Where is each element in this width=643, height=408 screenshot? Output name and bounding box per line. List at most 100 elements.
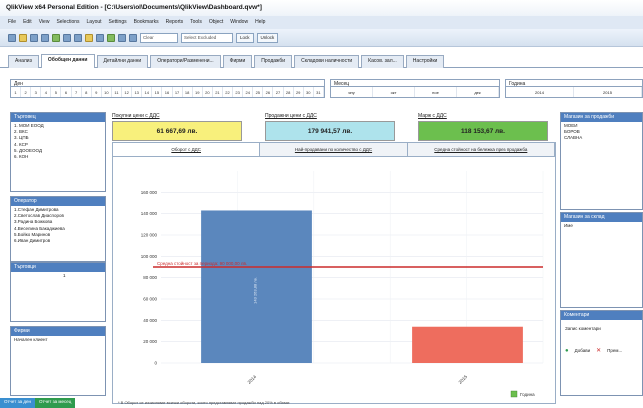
sheet-tab[interactable]: Анализ xyxy=(8,55,39,68)
reload-icon[interactable] xyxy=(52,33,60,42)
day-option[interactable]: 27 xyxy=(273,87,284,97)
print-icon[interactable] xyxy=(41,33,49,42)
sheet-tab[interactable]: Оператори/Разменени... xyxy=(150,55,221,68)
day-option[interactable]: 14 xyxy=(142,87,153,97)
new-icon[interactable] xyxy=(8,33,16,42)
menu-item[interactable]: Bookmarks xyxy=(134,19,159,26)
month-option[interactable]: окт xyxy=(373,87,415,97)
search-icon[interactable] xyxy=(118,33,126,42)
kpi-sales-label: Продажни цени с ДДС xyxy=(265,113,317,119)
month-option[interactable]: дек xyxy=(457,87,499,97)
month-option[interactable]: ное xyxy=(415,87,457,97)
day-option[interactable]: 20 xyxy=(203,87,213,97)
day-option[interactable]: 30 xyxy=(304,87,314,97)
traders-listbox[interactable]: Търговци 1 xyxy=(10,262,106,322)
lock-selection-icon[interactable] xyxy=(107,33,115,42)
menu-item[interactable]: Layout xyxy=(87,19,102,26)
day-option[interactable]: 4 xyxy=(41,87,52,97)
forward-icon[interactable] xyxy=(96,33,104,42)
list-item[interactable]: Начален клиент xyxy=(14,337,102,343)
menu-bar: File Edit View Selections Layout Settings Book… xyxy=(0,16,643,29)
list-item[interactable]: 6. КОН xyxy=(14,154,102,160)
clear-combo[interactable]: Clear xyxy=(140,32,178,43)
day-option[interactable]: 6 xyxy=(61,87,72,97)
day-option[interactable]: 12 xyxy=(122,87,133,97)
menu-item[interactable]: Reports xyxy=(166,19,184,26)
day-option[interactable]: 18 xyxy=(183,87,193,97)
y-tick-label: 60 000 xyxy=(143,297,157,302)
sheet-tab[interactable]: Обобщен данни xyxy=(40,54,95,68)
list-item[interactable]: 6.Иван Димитров xyxy=(14,238,102,244)
back-icon[interactable] xyxy=(85,33,93,42)
open-icon[interactable] xyxy=(19,33,27,42)
menu-item[interactable]: Edit xyxy=(23,19,32,26)
menu-item[interactable]: View xyxy=(39,19,50,26)
day-option[interactable]: 5 xyxy=(51,87,62,97)
store-stock-listbox[interactable]: Магазин за склад Име xyxy=(560,212,643,308)
y-tick-label: 20 000 xyxy=(143,339,157,344)
day-option[interactable]: 8 xyxy=(82,87,92,97)
stores-listbox[interactable]: Търговец 1. МОИ ЕООД 2. ВКС 3. ЦПБ 4. КСР 5.… xyxy=(10,112,106,192)
day-option[interactable]: 13 xyxy=(132,87,143,97)
day-option[interactable]: 10 xyxy=(102,87,112,97)
lock-button[interactable]: Lock xyxy=(236,32,254,43)
sheet-tab[interactable]: Складови наличности xyxy=(294,55,360,68)
sheet-tab[interactable]: Фирми xyxy=(222,55,253,68)
save-icon[interactable] xyxy=(30,33,38,42)
day-option[interactable]: 28 xyxy=(284,87,294,97)
day-option[interactable]: 22 xyxy=(223,87,234,97)
day-option[interactable]: 17 xyxy=(173,87,183,97)
day-option[interactable]: 19 xyxy=(193,87,203,97)
menu-item[interactable]: Selections xyxy=(56,19,79,26)
monthly-report-button[interactable]: Отчет за месец xyxy=(35,398,76,408)
chart-tab-top-sold[interactable]: Най-продавани по количество с ДДС xyxy=(260,143,408,156)
day-option[interactable]: 26 xyxy=(263,87,274,97)
menu-item[interactable]: Window xyxy=(230,19,248,26)
properties-icon[interactable] xyxy=(129,33,137,42)
day-option[interactable]: 15 xyxy=(152,87,163,97)
day-option[interactable]: 7 xyxy=(72,87,82,97)
chart-tab-turnover[interactable]: Оборот с ДДС xyxy=(113,143,261,156)
day-option[interactable]: 2 xyxy=(21,87,32,97)
day-option[interactable]: 9 xyxy=(92,87,102,97)
year-option[interactable]: 2014 xyxy=(506,87,574,97)
month-option[interactable]: яну xyxy=(331,87,373,97)
x-tick-label: 2014 xyxy=(247,374,258,385)
undo-icon[interactable] xyxy=(63,33,71,42)
unlock-button[interactable]: Unlock xyxy=(256,32,279,43)
redo-icon[interactable] xyxy=(74,33,82,42)
remove-comment-button[interactable]: Прем... xyxy=(607,348,622,353)
stores-title: Търговец xyxy=(11,113,105,122)
day-option[interactable]: 1 xyxy=(11,87,22,97)
sheet-tab[interactable]: Детайлни данни xyxy=(96,55,149,68)
year-option[interactable]: 2015 xyxy=(574,87,642,97)
selection-combo[interactable]: Select Excluded xyxy=(181,32,233,43)
sheet-tab[interactable]: Настройки xyxy=(405,55,445,68)
store-sales-listbox[interactable]: Магазин за продажби МОЕИ БОРОВ СЛАВНА xyxy=(560,112,643,210)
day-option[interactable]: 11 xyxy=(112,87,123,97)
menu-item[interactable]: Help xyxy=(255,19,265,26)
day-option[interactable]: 21 xyxy=(213,87,223,97)
firms-listbox[interactable]: Фирми Начален клиент xyxy=(10,326,106,396)
sheet-tab[interactable]: Касов. зал... xyxy=(361,55,404,68)
menu-item[interactable]: Settings xyxy=(109,19,127,26)
day-option[interactable]: 24 xyxy=(243,87,254,97)
list-item[interactable]: 1 xyxy=(63,273,102,279)
list-item[interactable]: Име xyxy=(564,223,639,229)
menu-item[interactable]: Tools xyxy=(190,19,202,26)
operators-listbox[interactable]: Оператор 1.Стефан Димитрова 2.Светослав Д… xyxy=(10,196,106,262)
day-option[interactable]: 3 xyxy=(31,87,42,97)
day-option[interactable]: 31 xyxy=(314,87,324,97)
day-option[interactable]: 16 xyxy=(162,87,173,97)
menu-item[interactable]: File xyxy=(8,19,16,26)
kpi-margin-value: 118 153,67 лв. xyxy=(418,121,548,141)
day-option[interactable]: 29 xyxy=(294,87,304,97)
add-comment-button[interactable]: Добави xyxy=(575,348,590,353)
menu-item[interactable]: Object xyxy=(209,19,223,26)
daily-report-button[interactable]: Отчет за ден xyxy=(0,398,35,408)
chart-tab-avg-receipt[interactable]: Средна стойност на бележка през продажба xyxy=(407,143,555,156)
day-option[interactable]: 25 xyxy=(253,87,264,97)
list-item[interactable]: СЛАВНА xyxy=(564,135,639,141)
day-option[interactable]: 23 xyxy=(233,87,244,97)
sheet-tab[interactable]: Продажби xyxy=(254,55,293,68)
